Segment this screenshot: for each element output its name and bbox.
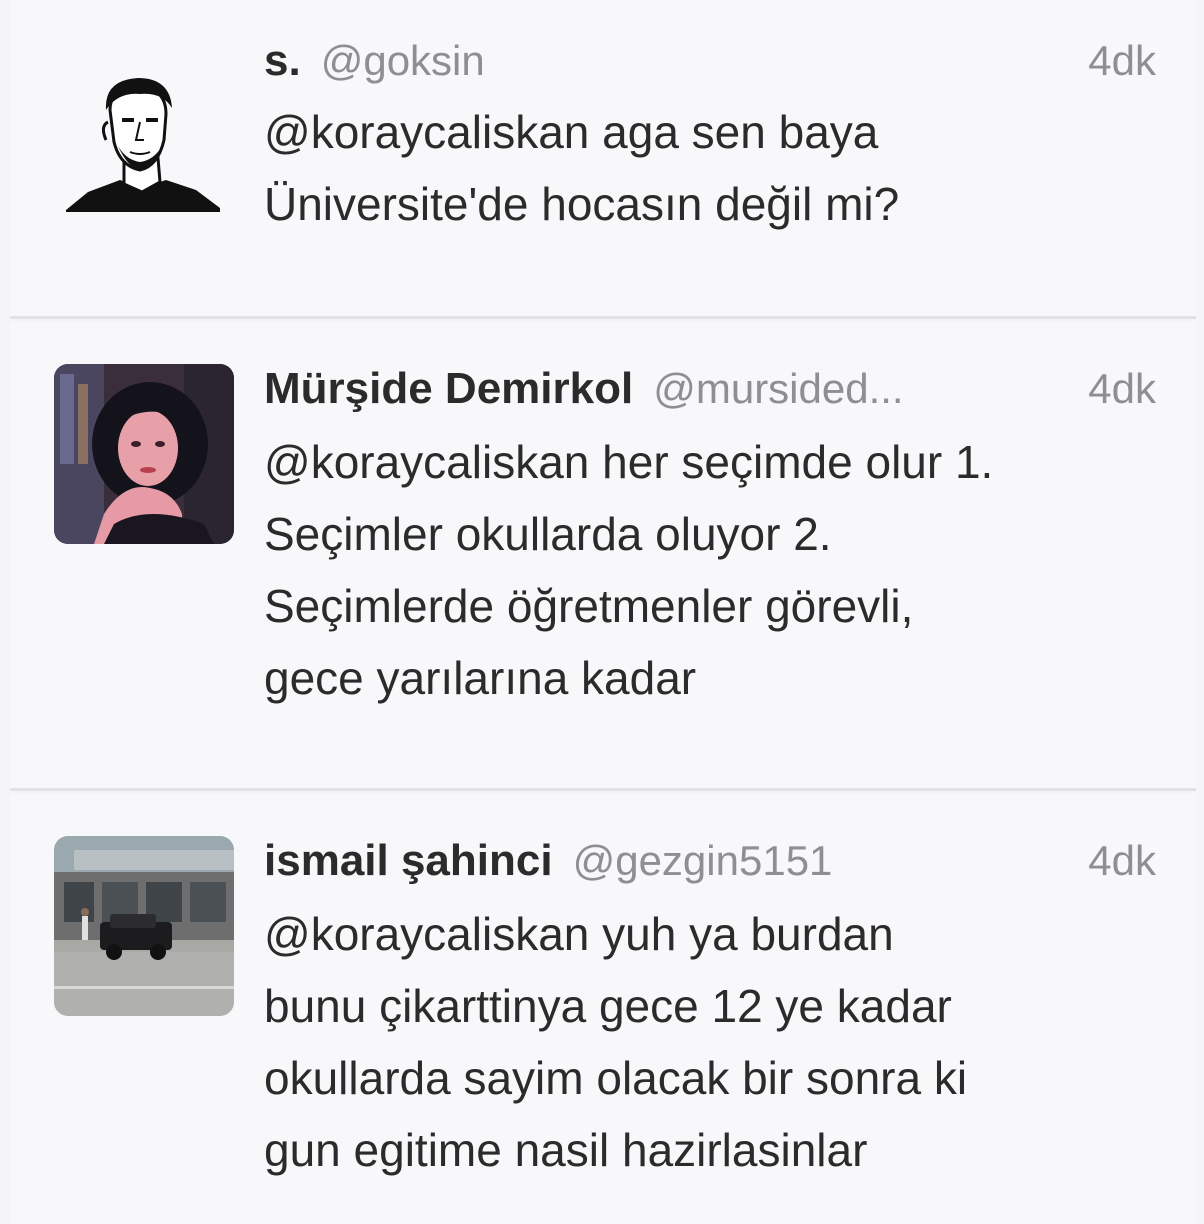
- tweet-text-line: Seçimlerde öğretmenler görevli,: [264, 580, 914, 632]
- tweet-text-line: @koraycaliskan yuh ya burdan: [264, 908, 894, 960]
- tweet-header: Mürşide Demirkol @mursided... 4dk: [264, 364, 1156, 418]
- tweet-text-line: Seçimler okullarda oluyor 2.: [264, 508, 832, 560]
- author-handle[interactable]: @goksin: [321, 37, 1065, 85]
- tweet-text-line: gun egitime nasil hazirlasinlar: [264, 1124, 868, 1176]
- tweet-text-line: @koraycaliskan her seçimde olur 1.: [264, 436, 994, 488]
- tweet-time[interactable]: 4dk: [1088, 837, 1156, 885]
- tweet-item[interactable]: ismail şahinci @gezgin5151 4dk @koraycal…: [10, 794, 1196, 1224]
- tweet-time[interactable]: 4dk: [1088, 37, 1156, 85]
- tweet-text-line: Üniversite'de hocasın değil mi?: [264, 178, 900, 230]
- tweet-text-line: gece yarılarına kadar: [264, 652, 697, 704]
- tweet-text-line: bunu çikarttinya gece 12 ye kadar: [264, 980, 952, 1032]
- tweet-header: s. @goksin 4dk: [264, 36, 1156, 90]
- tweet-time[interactable]: 4dk: [1088, 365, 1156, 413]
- tweet-timeline: s. @goksin 4dk @koraycaliskan aga sen ba…: [0, 0, 1204, 1224]
- tweet-text: @koraycaliskan yuh ya burdan bunu çikart…: [264, 898, 1156, 1186]
- author-handle[interactable]: @gezgin5151: [573, 837, 1065, 885]
- tweet-header: ismail şahinci @gezgin5151 4dk: [264, 836, 1156, 890]
- tweet-item[interactable]: Mürşide Demirkol @mursided... 4dk @koray…: [10, 322, 1196, 788]
- tweet-text: @koraycaliskan her seçimde olur 1. Seçim…: [264, 426, 1156, 714]
- tweet-text: @koraycaliskan aga sen baya Üniversite'd…: [264, 96, 1156, 240]
- woman-photo-avatar-icon[interactable]: [54, 364, 234, 544]
- divider: [10, 788, 1196, 791]
- author-handle[interactable]: @mursided...: [653, 365, 1064, 413]
- street-photo-avatar-icon[interactable]: [54, 836, 234, 1016]
- tweet-text-line: @koraycaliskan aga sen baya: [264, 106, 879, 158]
- author-name[interactable]: s.: [264, 36, 301, 86]
- author-name[interactable]: Mürşide Demirkol: [264, 364, 633, 414]
- man-sketch-avatar-icon[interactable]: [58, 70, 224, 220]
- tweet-item[interactable]: s. @goksin 4dk @koraycaliskan aga sen ba…: [10, 0, 1196, 316]
- divider: [10, 316, 1196, 319]
- author-name[interactable]: ismail şahinci: [264, 836, 553, 886]
- tweet-text-line: okullarda sayim olacak bir sonra ki: [264, 1052, 968, 1104]
